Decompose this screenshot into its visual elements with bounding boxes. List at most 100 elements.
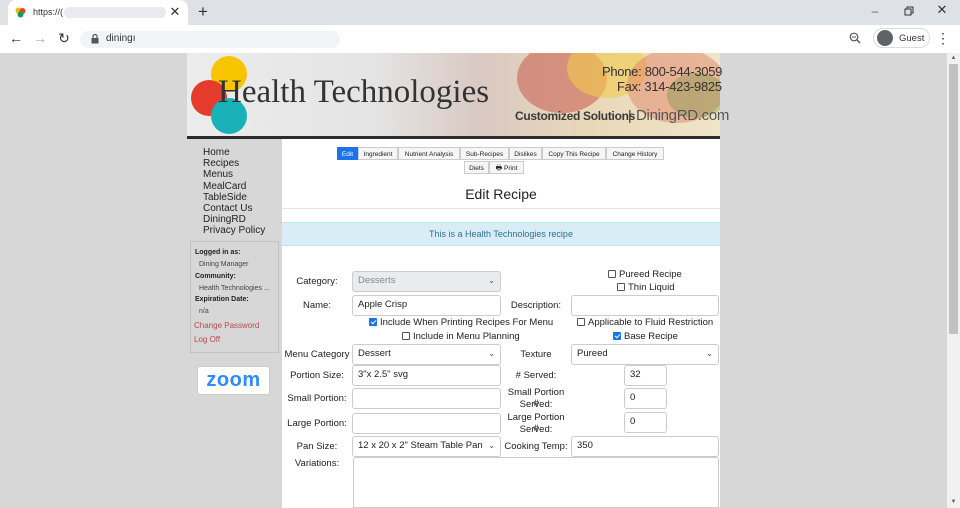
menu-category-value: Dessert bbox=[358, 348, 391, 359]
checkbox-icon bbox=[402, 332, 410, 340]
change-password-link[interactable]: Change Password bbox=[194, 321, 259, 330]
reload-icon[interactable]: ↻ bbox=[56, 30, 72, 46]
profile-label: Guest bbox=[899, 33, 925, 44]
zoom-logo-button[interactable]: zoom bbox=[197, 366, 270, 395]
checkbox-checked-icon bbox=[369, 318, 377, 326]
new-tab-icon[interactable]: + bbox=[195, 2, 211, 21]
lock-icon bbox=[90, 33, 100, 45]
large-portion-input[interactable] bbox=[352, 413, 501, 434]
print-icon: 🖶 bbox=[495, 165, 503, 172]
menu-category-label: Menu Category bbox=[284, 349, 350, 360]
nav-home[interactable]: Home bbox=[203, 147, 265, 158]
name-input[interactable]: Apple Crisp bbox=[352, 295, 501, 316]
menu-kebab-icon[interactable]: ⋮ bbox=[936, 30, 950, 46]
back-icon[interactable]: ← bbox=[8, 30, 24, 46]
minimize-icon[interactable]: – bbox=[868, 4, 882, 18]
tab-title-redacted bbox=[64, 7, 166, 18]
close-tab-icon[interactable]: ✕ bbox=[168, 4, 182, 19]
scrollbar-thumb[interactable] bbox=[949, 64, 958, 334]
fluid-restriction-checkbox[interactable]: Applicable to Fluid Restriction bbox=[577, 317, 713, 328]
pureed-recipe-label: Pureed Recipe bbox=[619, 269, 682, 280]
zoom-out-icon[interactable] bbox=[848, 31, 862, 45]
nav-mealcard[interactable]: MealCard bbox=[203, 181, 265, 192]
name-label: Name: bbox=[303, 300, 331, 311]
chevron-down-icon: ⌄ bbox=[706, 349, 713, 358]
site-name: DiningRD.com bbox=[636, 107, 730, 124]
title-divider bbox=[282, 208, 720, 209]
menu-category-select[interactable]: Dessert ⌄ bbox=[352, 344, 501, 365]
small-portion-input[interactable] bbox=[352, 388, 501, 409]
tab-sub-recipes[interactable]: Sub-Recipes bbox=[460, 147, 509, 160]
small-served-label-line2: Served: bbox=[519, 399, 553, 410]
base-recipe-checkbox[interactable]: Base Recipe bbox=[613, 331, 678, 342]
logged-in-value: Dining Manager bbox=[199, 261, 249, 268]
avatar bbox=[877, 30, 893, 46]
description-input[interactable] bbox=[571, 295, 719, 316]
tab-nutrient-analysis[interactable]: Nutrient Analysis bbox=[398, 147, 460, 160]
category-label: Category: bbox=[296, 276, 338, 287]
tab-ingredient[interactable]: Ingredient bbox=[358, 147, 398, 160]
include-printing-checkbox[interactable]: Include When Printing Recipes For Menu bbox=[369, 317, 553, 328]
cooking-temp-input[interactable]: 350 bbox=[571, 436, 719, 457]
tab-title: https://( bbox=[33, 7, 64, 17]
checkbox-checked-icon bbox=[613, 332, 621, 340]
nav-recipes[interactable]: Recipes bbox=[203, 158, 265, 169]
log-off-link[interactable]: Log Off bbox=[194, 335, 220, 344]
pan-size-value: 12 x 20 x 2" Steam Table Pan bbox=[358, 440, 483, 451]
served-input[interactable]: 32 bbox=[624, 365, 667, 386]
nav-contact-us[interactable]: Contact Us bbox=[203, 203, 265, 214]
community-value: Health Technologies ... bbox=[199, 285, 270, 292]
pan-size-label: Pan Size: bbox=[296, 441, 338, 452]
portion-size-input[interactable]: 3"x 2.5" svg bbox=[352, 365, 501, 386]
chevron-down-icon: ⌄ bbox=[488, 349, 495, 358]
nav-menus[interactable]: Menus bbox=[203, 169, 265, 180]
tab-dislikes[interactable]: Dislikes bbox=[509, 147, 542, 160]
tab-copy-recipe[interactable]: Copy This Recipe bbox=[542, 147, 606, 160]
tagline: Customized Solutions bbox=[515, 109, 636, 123]
cooking-temp-label: Cooking Temp: bbox=[504, 441, 568, 452]
checkbox-icon bbox=[608, 270, 616, 278]
description-label: Description: bbox=[510, 300, 562, 311]
chevron-down-icon: ⌄ bbox=[488, 276, 495, 285]
restore-icon[interactable] bbox=[902, 4, 916, 18]
close-window-icon[interactable]: ✕ bbox=[935, 2, 949, 17]
tagline-separator: | bbox=[628, 107, 632, 123]
pureed-recipe-checkbox[interactable]: Pureed Recipe bbox=[608, 269, 682, 280]
expiration-label: Expiration Date: bbox=[195, 296, 249, 303]
scroll-up-icon[interactable]: ▲ bbox=[949, 54, 958, 62]
nav-tableside[interactable]: TableSide bbox=[203, 192, 265, 203]
checkbox-icon bbox=[577, 318, 585, 326]
favicon-icon bbox=[15, 7, 26, 18]
chevron-down-icon: ⌄ bbox=[488, 441, 495, 450]
texture-select[interactable]: Pureed ⌄ bbox=[571, 344, 719, 365]
tab-diets[interactable]: Diets bbox=[464, 161, 489, 174]
include-printing-label: Include When Printing Recipes For Menu bbox=[380, 317, 554, 328]
url-text: diningı bbox=[106, 33, 136, 44]
page-title: Edit Recipe bbox=[465, 186, 537, 202]
info-banner-text: This is a Health Technologies recipe bbox=[429, 229, 573, 239]
thin-liquid-checkbox[interactable]: Thin Liquid bbox=[617, 282, 674, 293]
forward-icon[interactable]: → bbox=[32, 30, 48, 46]
include-planning-checkbox[interactable]: Include in Menu Planning bbox=[402, 331, 520, 342]
small-served-input[interactable]: 0 bbox=[624, 388, 667, 409]
thin-liquid-label: Thin Liquid bbox=[628, 282, 675, 293]
texture-label: Texture bbox=[520, 349, 552, 360]
expiration-value: n/a bbox=[199, 308, 209, 315]
scroll-down-icon[interactable]: ▼ bbox=[949, 498, 958, 506]
print-button[interactable]: 🖶 Print bbox=[489, 161, 524, 174]
tab-edit[interactable]: Edit bbox=[337, 147, 358, 160]
portion-size-label: Portion Size: bbox=[290, 370, 344, 381]
brand-name: Health Technologies bbox=[218, 74, 490, 110]
small-portion-label: Small Portion: bbox=[287, 393, 347, 404]
pan-size-select[interactable]: 12 x 20 x 2" Steam Table Pan ⌄ bbox=[352, 436, 501, 457]
nav-diningrd[interactable]: DiningRD bbox=[203, 214, 265, 225]
large-served-label-line2: Served: bbox=[519, 424, 553, 435]
variations-textarea[interactable] bbox=[353, 457, 719, 508]
served-label: # Served: bbox=[515, 370, 557, 381]
large-served-input[interactable]: 0 bbox=[624, 412, 667, 433]
tab-change-history[interactable]: Change History bbox=[606, 147, 664, 160]
nav-privacy-policy[interactable]: Privacy Policy bbox=[203, 225, 265, 236]
fax-number: Fax: 314-423-9825 bbox=[617, 79, 722, 94]
phone-number: Phone: 800-544-3059 bbox=[602, 64, 723, 79]
category-select[interactable]: Desserts ⌄ bbox=[352, 271, 501, 292]
